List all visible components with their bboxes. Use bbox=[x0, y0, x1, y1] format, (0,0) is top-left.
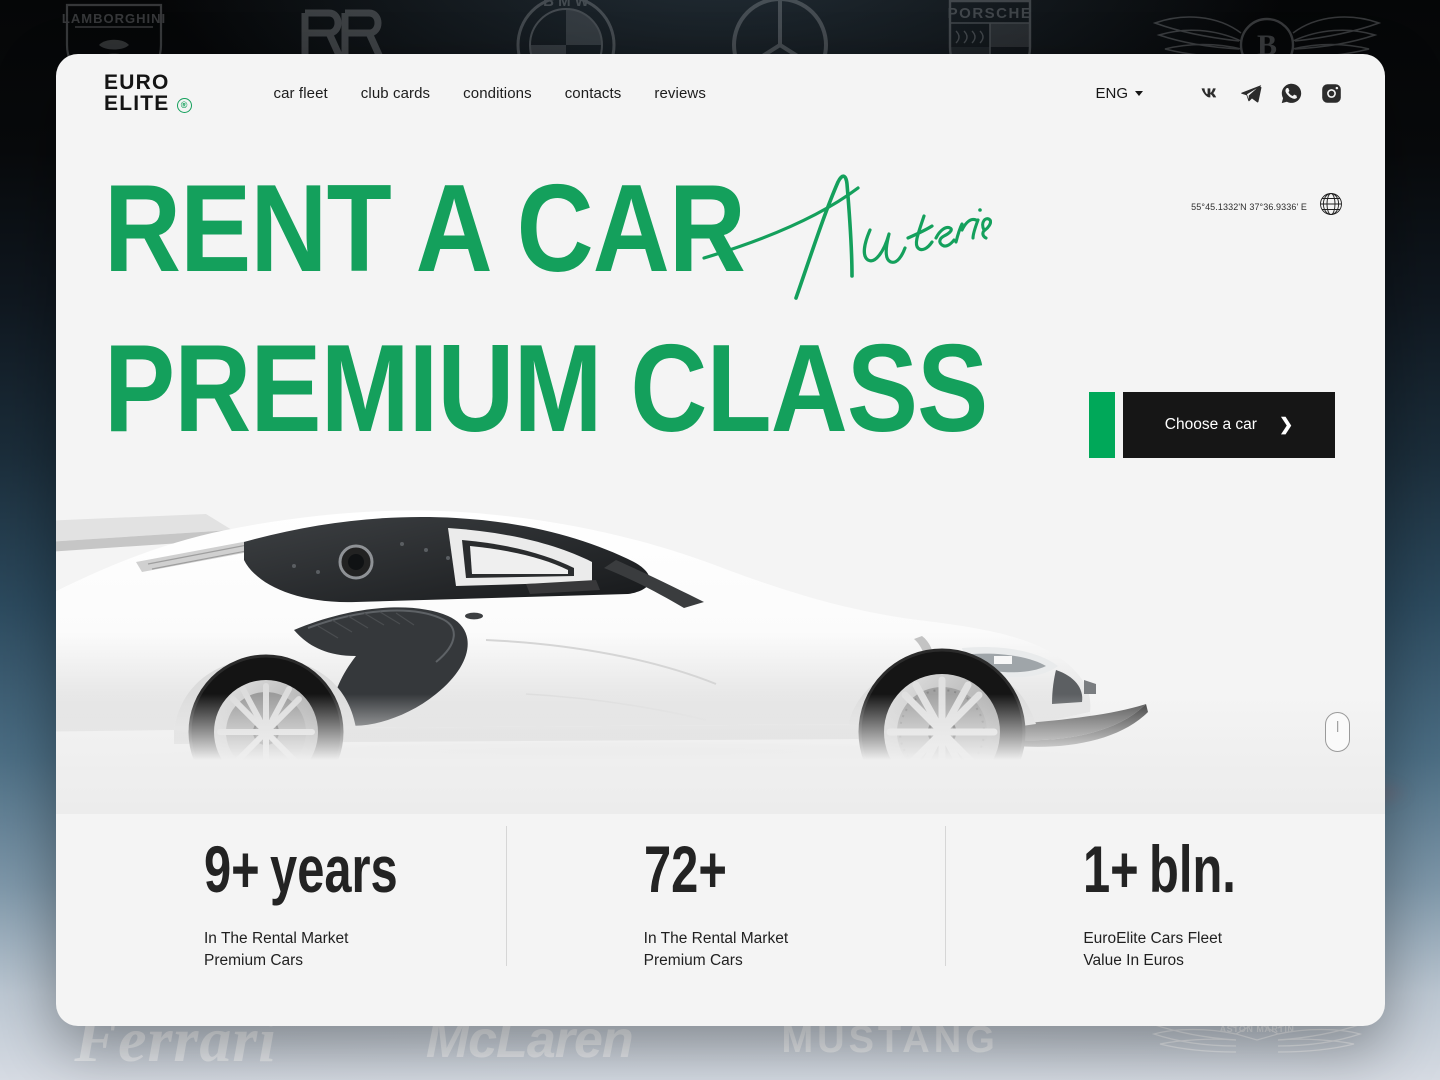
main-navigation: car fleet club cards conditions contacts… bbox=[274, 85, 706, 102]
stat-desc-line-1: EuroElite Cars Fleet bbox=[1083, 928, 1355, 950]
vk-icon[interactable] bbox=[1199, 81, 1223, 105]
stat-value-years: 9+years bbox=[204, 836, 405, 902]
stat-desc-line-2: Premium Cars bbox=[204, 950, 476, 972]
globe-icon bbox=[1319, 192, 1343, 221]
social-links bbox=[1199, 81, 1343, 105]
nav-item-reviews[interactable]: reviews bbox=[654, 85, 706, 102]
stat-value-cars: 72+ bbox=[644, 836, 845, 902]
language-selector[interactable]: ENG bbox=[1095, 85, 1143, 102]
nav-item-car-fleet[interactable]: car fleet bbox=[274, 85, 328, 102]
logo-line-2: ELITE bbox=[104, 93, 170, 114]
stat-number-fleet-value: 1+ bbox=[1083, 832, 1139, 906]
stat-number-years: 9+ bbox=[204, 832, 260, 906]
brand-logo[interactable]: EURO ELITE ® bbox=[104, 72, 170, 115]
site-header: EURO ELITE ® car fleet club cards condit… bbox=[56, 54, 1385, 132]
stat-item-cars: 72+ In The Rental Market Premium Cars bbox=[506, 814, 946, 1026]
stat-unit-years: years bbox=[270, 832, 398, 906]
stat-description-fleet-value: EuroElite Cars Fleet Value In Euros bbox=[1083, 928, 1355, 972]
nav-item-club-cards[interactable]: club cards bbox=[361, 85, 430, 102]
stat-desc-line-2: Premium Cars bbox=[644, 950, 916, 972]
svg-text:B M W: B M W bbox=[543, 0, 590, 10]
page-root: LAMBORGHINI B M W bbox=[0, 0, 1440, 1080]
car-ground-fade bbox=[56, 694, 1385, 814]
telegram-icon[interactable] bbox=[1239, 81, 1263, 105]
hero-headline-line-1: RENT A CAR bbox=[104, 176, 745, 283]
stat-description-cars: In The Rental Market Premium Cars bbox=[644, 928, 916, 972]
stat-desc-line-2: Value In Euros bbox=[1083, 950, 1355, 972]
coordinates-text: 55°45.1332'N 37°36.9336' E bbox=[1191, 202, 1307, 212]
stat-value-fleet-value: 1+bln. bbox=[1083, 836, 1284, 902]
registered-trademark-icon: ® bbox=[177, 98, 192, 113]
instagram-icon[interactable] bbox=[1319, 81, 1343, 105]
svg-text:PORSCHE: PORSCHE bbox=[948, 5, 1033, 22]
nav-item-contacts[interactable]: contacts bbox=[565, 85, 622, 102]
hero-card: EURO ELITE ® car fleet club cards condit… bbox=[56, 54, 1385, 1026]
stat-item-years: 9+years In The Rental Market Premium Car… bbox=[56, 814, 506, 1026]
language-label: ENG bbox=[1095, 85, 1128, 102]
chevron-down-icon bbox=[1135, 91, 1143, 96]
nav-item-conditions[interactable]: conditions bbox=[463, 85, 532, 102]
hero-car-image bbox=[56, 394, 1385, 814]
scroll-mouse-indicator[interactable] bbox=[1325, 712, 1350, 752]
coordinates-block: 55°45.1332'N 37°36.9336' E bbox=[1191, 192, 1343, 221]
svg-text:LAMBORGHINI: LAMBORGHINI bbox=[62, 11, 166, 26]
stat-desc-line-1: In The Rental Market bbox=[204, 928, 476, 950]
stat-item-fleet-value: 1+bln. EuroElite Cars Fleet Value In Eur… bbox=[945, 814, 1385, 1026]
austria-script-label bbox=[692, 172, 992, 302]
whatsapp-icon[interactable] bbox=[1279, 81, 1303, 105]
header-right-group: ENG bbox=[1095, 81, 1343, 105]
logo-line-1: EURO bbox=[104, 72, 170, 93]
stat-desc-line-1: In The Rental Market bbox=[644, 928, 916, 950]
stat-unit-fleet-value: bln. bbox=[1149, 832, 1236, 906]
stats-row: 9+years In The Rental Market Premium Car… bbox=[56, 814, 1385, 1026]
stat-number-cars: 72+ bbox=[644, 832, 727, 906]
stat-description-years: In The Rental Market Premium Cars bbox=[204, 928, 476, 972]
